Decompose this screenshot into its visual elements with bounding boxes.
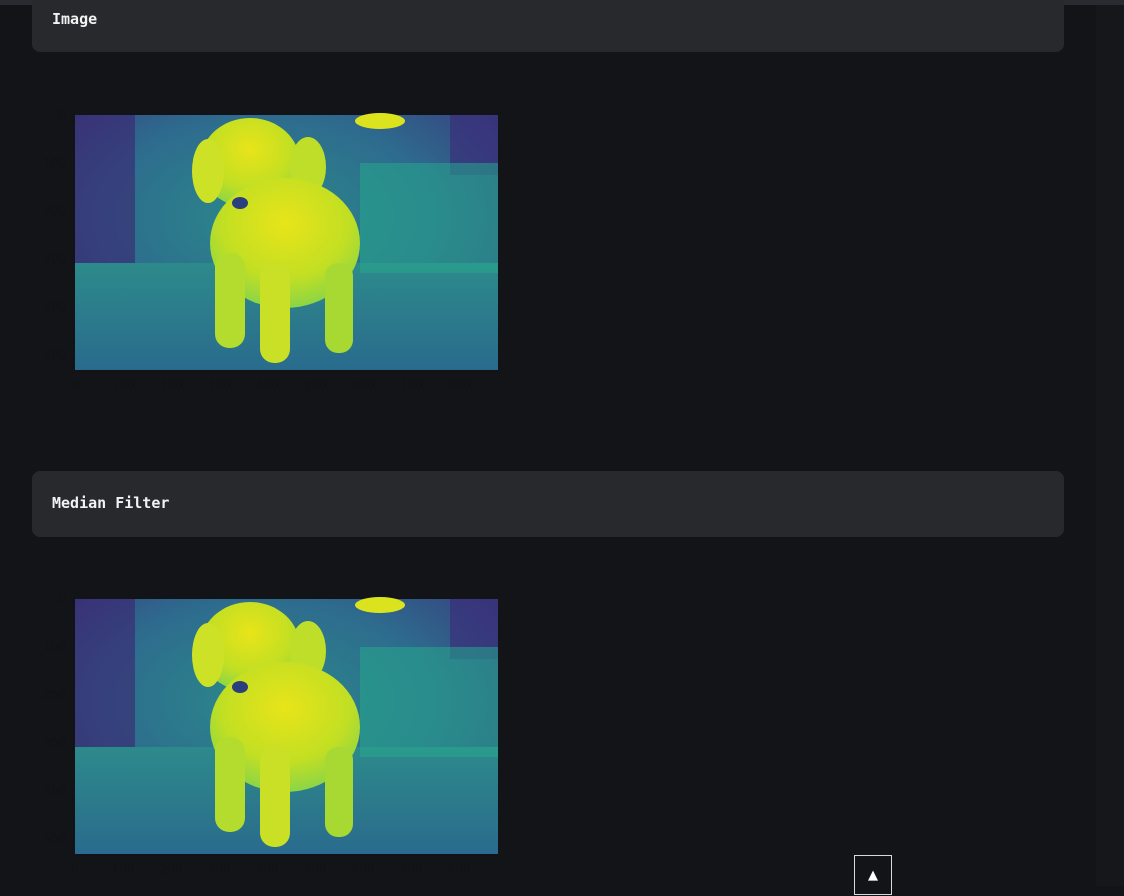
median-filter-plot: 0 100 200 300 400 500 0 100 200 300 400 …	[30, 587, 510, 877]
y-tick-label: 200	[43, 204, 66, 218]
y-tick-label: 100	[43, 156, 66, 170]
cell-title: Image	[52, 10, 98, 28]
arrow-up-icon: ▲	[868, 868, 878, 883]
back-to-top-button[interactable]: ▲	[854, 855, 892, 895]
x-tick-labels: 0 100 200 300 400 500 600 700 800	[71, 378, 470, 392]
x-tick-label: 400	[256, 862, 279, 876]
x-tick-label: 800	[448, 862, 471, 876]
x-tick-label: 700	[400, 378, 423, 392]
image-area	[75, 113, 498, 370]
x-tick-label: 800	[448, 378, 471, 392]
x-tick-label: 700	[400, 862, 423, 876]
image-plot-svg: 0 100 200 300 400 500 0 100 200 300 400 …	[43, 108, 498, 392]
y-tick-label: 200	[43, 688, 66, 702]
cell-header-image: Image	[32, 0, 1064, 52]
y-tick-label: 300	[43, 252, 66, 266]
x-tick-label: 400	[256, 378, 279, 392]
y-tick-label: 0	[58, 592, 66, 606]
y-tick-label: 400	[43, 784, 66, 798]
x-tick-label: 0	[71, 378, 79, 392]
x-tick-label: 300	[208, 378, 231, 392]
image-area	[75, 597, 498, 854]
x-tick-label: 600	[352, 862, 375, 876]
y-tick-label: 100	[43, 640, 66, 654]
image-plot: 0 100 200 300 400 500 0 100 200 300 400 …	[30, 103, 510, 393]
x-tick-label: 200	[160, 378, 183, 392]
x-tick-label: 500	[304, 378, 327, 392]
y-tick-label: 500	[43, 832, 66, 846]
x-tick-labels: 0 100 200 300 400 500 600 700 800	[71, 862, 470, 876]
x-tick-label: 600	[352, 378, 375, 392]
x-tick-label: 300	[208, 862, 231, 876]
x-tick-label: 100	[112, 378, 135, 392]
x-tick-label: 200	[160, 862, 183, 876]
x-tick-label: 100	[112, 862, 135, 876]
y-tick-labels: 0 100 200 300 400 500	[43, 592, 66, 846]
y-tick-label: 0	[58, 108, 66, 122]
y-tick-label: 400	[43, 300, 66, 314]
y-tick-label: 300	[43, 736, 66, 750]
cell-header-median-filter: Median Filter	[32, 471, 1064, 537]
x-tick-label: 500	[304, 862, 327, 876]
cell-title: Median Filter	[52, 494, 170, 512]
y-tick-label: 500	[43, 348, 66, 362]
y-tick-labels: 0 100 200 300 400 500	[43, 108, 66, 362]
scrollbar-track[interactable]	[1096, 5, 1124, 886]
median-filter-plot-svg: 0 100 200 300 400 500 0 100 200 300 400 …	[43, 592, 498, 876]
x-tick-label: 0	[71, 862, 79, 876]
